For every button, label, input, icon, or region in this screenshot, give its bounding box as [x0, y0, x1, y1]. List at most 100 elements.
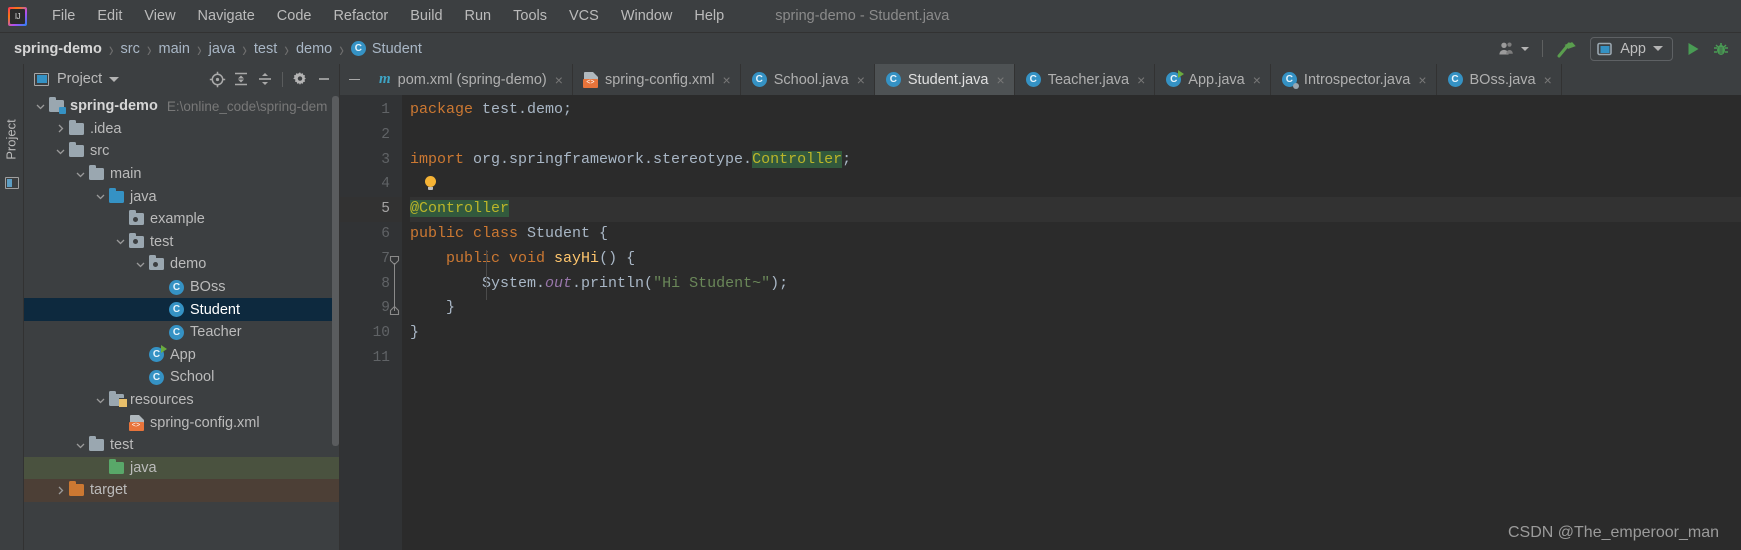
folder-icon [68, 119, 85, 135]
close-icon[interactable]: × [555, 72, 563, 88]
chevron-down-icon[interactable] [132, 259, 148, 270]
menu-item-run[interactable]: Run [454, 5, 503, 27]
chevron-down-icon[interactable] [72, 440, 88, 451]
menu-item-navigate[interactable]: Navigate [187, 5, 266, 27]
tree-node-test[interactable]: test [24, 434, 339, 457]
editor-tab-introspector-java[interactable]: C Introspector.java × [1271, 64, 1437, 95]
class-icon: C [1447, 72, 1463, 87]
chevron-down-icon[interactable] [32, 101, 48, 112]
chevron-right-icon[interactable] [52, 485, 68, 496]
tree-node-boss[interactable]: C BOss [24, 276, 339, 299]
maven-icon: m [379, 71, 391, 87]
hide-icon[interactable] [313, 68, 335, 90]
tree-node--idea[interactable]: .idea [24, 118, 339, 141]
breadcrumb-separator: › [242, 36, 247, 61]
tree-node-target[interactable]: target [24, 479, 339, 502]
tree-node-example[interactable]: example [24, 208, 339, 231]
menu-item-view[interactable]: View [133, 5, 186, 27]
xml-file-icon [582, 72, 598, 88]
menu-item-window[interactable]: Window [610, 5, 684, 27]
tree-node-main[interactable]: main [24, 163, 339, 186]
minimize-icon[interactable] [340, 64, 368, 95]
tree-node-spring-demo[interactable]: spring-demo E:\online_code\spring-dem [24, 95, 339, 118]
settings-gear-icon[interactable] [289, 68, 311, 90]
breadcrumb-item-spring-demo[interactable]: spring-demo [14, 41, 102, 57]
tree-node-demo[interactable]: demo [24, 253, 339, 276]
tree-node-teacher[interactable]: C Teacher [24, 321, 339, 344]
code-content[interactable]: package test.demo; import org.springframe… [402, 95, 1741, 550]
close-icon[interactable]: × [1137, 72, 1145, 88]
editor-tab-app-java[interactable]: C App.java × [1155, 64, 1271, 95]
tree-node-student[interactable]: C Student [24, 298, 339, 321]
close-icon[interactable]: × [723, 72, 731, 88]
chevron-down-icon[interactable] [109, 76, 120, 82]
project-tree-scrollbar[interactable] [332, 96, 339, 446]
chevron-down-icon[interactable] [92, 395, 108, 406]
project-panel-title: Project [57, 71, 103, 87]
collapse-all-icon[interactable] [254, 68, 276, 90]
chevron-down-icon[interactable] [92, 191, 108, 202]
editor-tab-teacher-java[interactable]: C Teacher.java × [1015, 64, 1156, 95]
menu-item-build[interactable]: Build [399, 5, 453, 27]
menu-item-edit[interactable]: Edit [86, 5, 133, 27]
chevron-right-icon[interactable] [52, 123, 68, 134]
line-number: 10 [372, 325, 390, 342]
debug-button[interactable] [1707, 36, 1735, 61]
intention-bulb-icon[interactable] [424, 176, 437, 191]
chevron-down-icon[interactable] [72, 169, 88, 180]
line-number: 11 [372, 349, 390, 366]
run-button[interactable] [1679, 36, 1707, 61]
close-icon[interactable]: × [1544, 72, 1552, 88]
tree-node-spring-config-xml[interactable]: spring-config.xml [24, 411, 339, 434]
code-line: import org.springframework.stereotype.Co… [410, 148, 1741, 173]
editor-tab-pom-xml-spring-demo-[interactable]: m pom.xml (spring-demo) × [368, 64, 573, 95]
editor-tab-student-java[interactable]: C Student.java × [874, 64, 1015, 95]
tree-node-java[interactable]: java [24, 185, 339, 208]
editor-tab-label: Teacher.java [1047, 71, 1130, 88]
locate-icon[interactable] [206, 68, 228, 90]
run-configuration-selector[interactable]: App [1590, 36, 1673, 61]
breadcrumb-item-main[interactable]: main [159, 41, 190, 57]
close-icon[interactable]: × [997, 72, 1005, 88]
project-panel-header: Project [24, 64, 339, 94]
close-icon[interactable]: × [1418, 72, 1426, 88]
chevron-down-icon[interactable] [52, 146, 68, 157]
tree-node-src[interactable]: src [24, 140, 339, 163]
menu-item-refactor[interactable]: Refactor [322, 5, 399, 27]
menu-item-help[interactable]: Help [683, 5, 735, 27]
tree-node-app[interactable]: C App [24, 344, 339, 367]
editor-gutter[interactable]: 1 2 3 4 5 6 7 8 9 10 11 [340, 95, 402, 550]
breadcrumb-item-src[interactable]: src [120, 41, 139, 57]
menu-item-tools[interactable]: Tools [502, 5, 558, 27]
breadcrumb-item-demo[interactable]: demo [296, 41, 332, 57]
editor-tab-label: Introspector.java [1303, 71, 1411, 88]
tree-node-test[interactable]: test [24, 231, 339, 254]
code-token: () { [599, 249, 636, 267]
code-editor[interactable]: 1 2 3 4 5 6 7 8 9 10 11 package test.demo; import o… [340, 95, 1741, 550]
close-icon[interactable]: × [857, 72, 865, 88]
menu-item-code[interactable]: Code [266, 5, 323, 27]
tree-node-label: example [150, 211, 205, 228]
close-icon[interactable]: × [1253, 72, 1261, 88]
editor-tab-spring-config-xml[interactable]: spring-config.xml × [573, 64, 741, 95]
breadcrumb-item-student[interactable]: Student [372, 41, 422, 57]
menu-item-file[interactable]: File [41, 5, 86, 27]
menu-item-vcs[interactable]: VCS [558, 5, 610, 27]
breadcrumb: spring-demo › src › main › java › test › demo › C Stu… [14, 37, 422, 61]
tree-node-java[interactable]: java [24, 456, 339, 480]
editor-tab-boss-java[interactable]: C BOss.java × [1437, 64, 1562, 95]
tree-node-label: java [130, 459, 157, 476]
tool-window-tab-project[interactable]: Project [4, 108, 19, 172]
tree-node-resources[interactable]: resources [24, 389, 339, 412]
tool-window-tab-structure-icon[interactable] [5, 177, 19, 189]
expand-all-icon[interactable] [230, 68, 252, 90]
project-tree[interactable]: spring-demo E:\online_code\spring-dem .ide… [24, 94, 339, 550]
breadcrumb-item-java[interactable]: java [209, 41, 236, 57]
build-hammer-icon[interactable] [1550, 36, 1584, 61]
breadcrumb-item-test[interactable]: test [254, 41, 277, 57]
package-folder-icon [128, 210, 145, 226]
tree-node-school[interactable]: C School [24, 366, 339, 389]
user-accounts-icon[interactable] [1493, 36, 1535, 61]
chevron-down-icon[interactable] [112, 236, 128, 247]
editor-tab-school-java[interactable]: C School.java × [741, 64, 875, 95]
